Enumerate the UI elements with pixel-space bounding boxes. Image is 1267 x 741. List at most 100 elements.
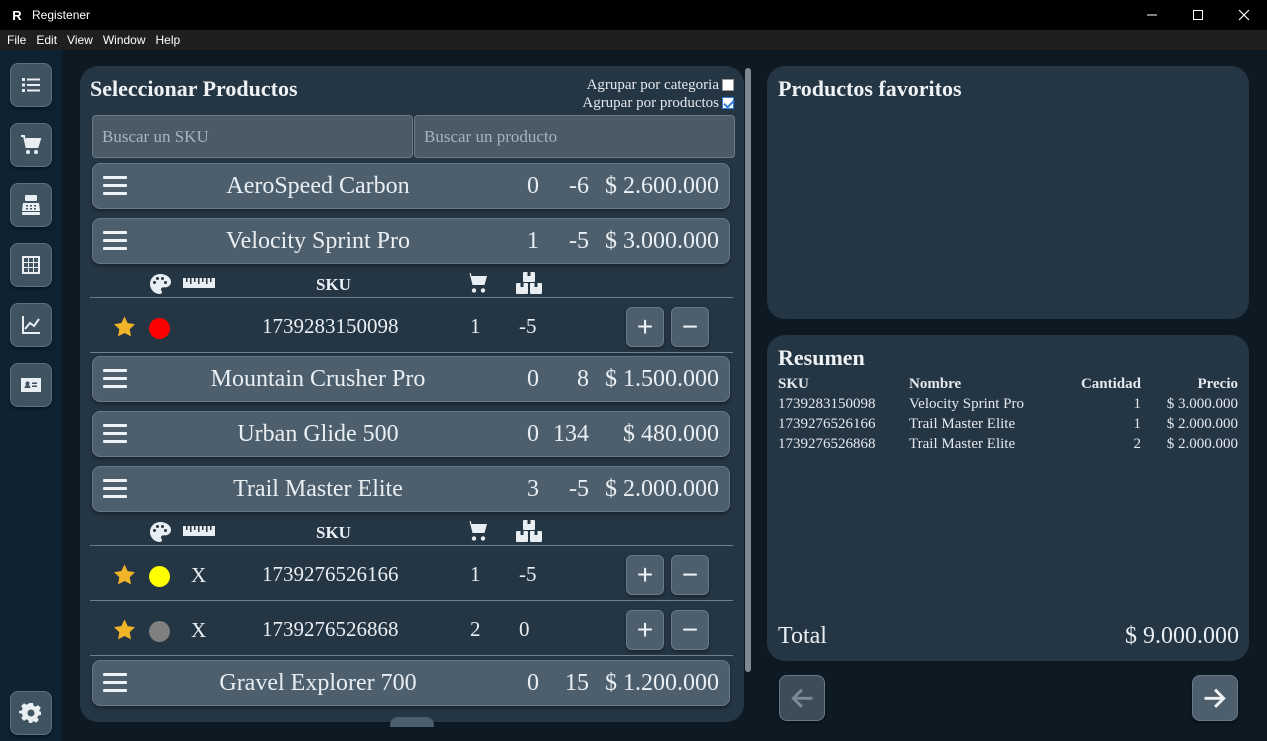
menu-window[interactable]: Window (98, 33, 151, 47)
group-by-products-checkbox[interactable] (722, 97, 734, 109)
group-by-category-checkbox[interactable] (722, 79, 734, 91)
group-options: Agrupar por categoria Agrupar por produc… (582, 76, 734, 112)
close-button[interactable] (1221, 0, 1267, 30)
scroll-more-handle[interactable] (390, 717, 434, 727)
variant-stock: -5 (519, 562, 537, 586)
product-cart-count: 0 (527, 366, 539, 392)
summary-panel-title: Resumen (778, 345, 865, 370)
menu-file[interactable]: File (2, 33, 31, 47)
minimize-icon (1147, 14, 1157, 16)
menu-bar: File Edit View Window Help (0, 30, 1267, 50)
products-scrollbar[interactable] (745, 68, 751, 672)
remove-button[interactable]: − (671, 307, 709, 347)
summary-cell-sku: 1739276526868 (778, 435, 876, 452)
variant-header: SKU (90, 268, 733, 298)
menu-help[interactable]: Help (151, 33, 186, 47)
sidebar-item-list[interactable] (10, 63, 52, 107)
favorites-panel-title: Productos favoritos (778, 76, 962, 101)
menu-icon[interactable] (103, 424, 127, 444)
variant-stock: 0 (519, 617, 530, 641)
boxes-icon (515, 519, 543, 548)
id-card-icon (21, 378, 41, 392)
menu-icon[interactable] (103, 369, 127, 389)
group-by-products-option[interactable]: Agrupar por productos (582, 94, 734, 112)
remove-button[interactable]: − (671, 555, 709, 595)
color-swatch (149, 318, 170, 339)
back-button[interactable] (779, 675, 825, 721)
add-button[interactable]: + (626, 307, 664, 347)
product-cart-count: 0 (527, 173, 539, 199)
maximize-icon (1193, 10, 1203, 20)
product-cart-count: 0 (527, 421, 539, 447)
product-row[interactable]: AeroSpeed Carbon 0 -6 $ 2.600.000 (92, 163, 730, 209)
group-by-products-label: Agrupar por productos (582, 95, 719, 111)
product-row[interactable]: Mountain Crusher Pro 0 8 $ 1.500.000 (92, 356, 730, 402)
favorites-panel: Productos favoritos (767, 66, 1249, 319)
product-search-input[interactable]: Buscar un producto (414, 115, 735, 158)
products-panel: Seleccionar Productos Agrupar por catego… (80, 66, 744, 722)
sidebar-item-table[interactable] (10, 243, 52, 287)
sidebar-item-cart[interactable] (10, 123, 52, 167)
variant-qty: 2 (470, 617, 481, 641)
add-button[interactable]: + (626, 555, 664, 595)
menu-icon[interactable] (103, 479, 127, 499)
menu-icon[interactable] (103, 176, 127, 196)
variant-sku: 1739276526868 (262, 617, 399, 641)
summary-col-sku: SKU (778, 375, 809, 392)
menu-edit[interactable]: Edit (31, 33, 62, 47)
product-stock: -5 (569, 228, 589, 254)
variant-qty: 1 (470, 314, 481, 338)
title-bar: R Registener (0, 0, 1267, 30)
summary-cell-price: $ 3.000.000 (1166, 395, 1238, 412)
product-name: Gravel Explorer 700 (219, 670, 417, 696)
sidebar-item-register[interactable] (10, 183, 52, 227)
product-price: $ 480.000 (623, 421, 719, 447)
variant-stock: -5 (519, 314, 537, 338)
product-row[interactable]: Velocity Sprint Pro 1 -5 $ 3.000.000 (92, 218, 730, 264)
sidebar (0, 50, 62, 741)
cash-register-icon (22, 195, 40, 215)
add-button[interactable]: + (626, 610, 664, 650)
group-by-category-option[interactable]: Agrupar por categoria (582, 76, 734, 94)
variant-row: X 1739276526868 2 0 + − (90, 602, 733, 656)
favorite-star-icon[interactable] (112, 315, 137, 344)
product-price: $ 1.500.000 (605, 366, 719, 392)
product-price: $ 3.000.000 (605, 228, 719, 254)
sku-search-input[interactable]: Buscar un SKU (92, 115, 413, 158)
summary-cell-name: Trail Master Elite (909, 435, 1016, 452)
next-button[interactable] (1192, 675, 1238, 721)
favorite-star-icon[interactable] (112, 618, 137, 647)
ruler-icon (183, 524, 215, 543)
sidebar-item-chart[interactable] (10, 303, 52, 347)
product-row[interactable]: Trail Master Elite 3 -5 $ 2.000.000 (92, 466, 730, 512)
product-row[interactable]: Gravel Explorer 700 0 15 $ 1.200.000 (92, 660, 730, 706)
menu-icon[interactable] (103, 231, 127, 251)
cart-icon (21, 135, 42, 154)
sidebar-item-contacts[interactable] (10, 363, 52, 407)
product-name: Mountain Crusher Pro (210, 366, 426, 392)
summary-cell-price: $ 2.000.000 (1166, 415, 1238, 432)
arrow-left-icon (791, 688, 813, 708)
product-row[interactable]: Urban Glide 500 0 134 $ 480.000 (92, 411, 730, 457)
settings-button[interactable] (10, 691, 52, 735)
minimize-button[interactable] (1129, 0, 1175, 30)
summary-table: SKU Nombre Cantidad Precio 1739283150098… (778, 374, 1238, 454)
variant-row: 1739283150098 1 -5 + − (90, 299, 733, 353)
remove-button[interactable]: − (671, 610, 709, 650)
menu-icon[interactable] (103, 673, 127, 693)
summary-cell-sku: 1739276526166 (778, 415, 876, 432)
palette-icon (147, 272, 173, 301)
group-by-category-label: Agrupar por categoria (586, 77, 719, 93)
summary-cell-price: $ 2.000.000 (1166, 435, 1238, 452)
product-price: $ 1.200.000 (605, 670, 719, 696)
table-icon (22, 256, 40, 274)
product-stock: 15 (565, 670, 589, 696)
favorite-star-icon[interactable] (112, 563, 137, 592)
variant-qty: 1 (470, 562, 481, 586)
maximize-button[interactable] (1175, 0, 1221, 30)
summary-row: 1739283150098 Velocity Sprint Pro 1 $ 3.… (778, 394, 1238, 414)
menu-view[interactable]: View (62, 33, 98, 47)
close-icon (1238, 9, 1250, 21)
summary-cell-qty: 1 (1133, 395, 1142, 412)
variant-size: X (191, 563, 207, 587)
